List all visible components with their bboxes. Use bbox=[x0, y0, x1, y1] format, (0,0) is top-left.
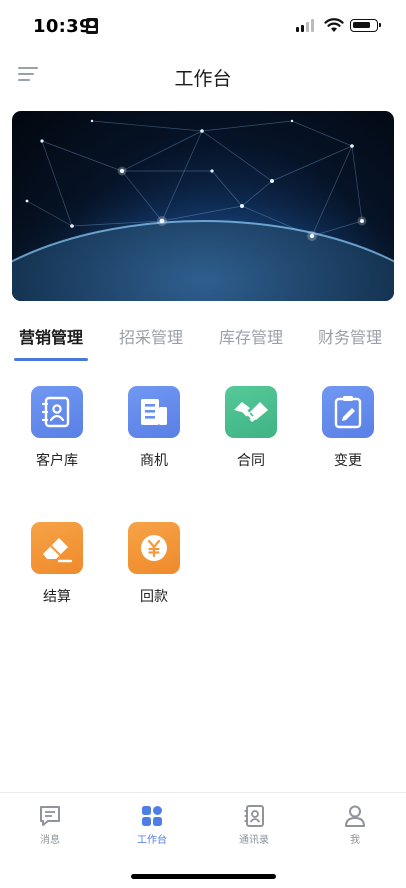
handshake-icon bbox=[225, 386, 277, 438]
category-tabs: 营销管理 招采管理 库存管理 财务管理 bbox=[0, 318, 406, 364]
tabbar-label: 消息 bbox=[40, 835, 60, 846]
app-change[interactable]: 变更 bbox=[308, 386, 388, 470]
tab-procurement[interactable]: 招采管理 bbox=[119, 324, 183, 348]
tab-inventory[interactable]: 库存管理 bbox=[219, 324, 283, 348]
message-icon bbox=[40, 806, 60, 826]
app-label: 变更 bbox=[334, 453, 362, 469]
page-title: 工作台 bbox=[174, 68, 232, 90]
tabbar-label: 通讯录 bbox=[239, 835, 269, 846]
eraser-icon bbox=[31, 522, 83, 574]
tabbar-item-contacts[interactable]: 通讯录 bbox=[219, 803, 289, 846]
grid-icon bbox=[142, 806, 162, 826]
app-label: 客户库 bbox=[36, 453, 78, 469]
tabbar-label: 我 bbox=[350, 835, 360, 846]
tab-finance[interactable]: 财务管理 bbox=[318, 324, 382, 348]
yen-coin-icon bbox=[128, 522, 180, 574]
app-settlement[interactable]: 结算 bbox=[17, 522, 97, 606]
app-payment-collection[interactable]: 回款 bbox=[114, 522, 194, 606]
earth-network-graphic bbox=[12, 111, 394, 301]
app-contract[interactable]: 合同 bbox=[211, 386, 291, 470]
app-label: 商机 bbox=[140, 453, 168, 469]
cellular-signal-icon bbox=[296, 19, 316, 32]
tabbar-item-me[interactable]: 我 bbox=[320, 803, 390, 846]
app-label: 回款 bbox=[140, 589, 168, 605]
battery-icon bbox=[350, 19, 381, 32]
status-bar: 10:39 bbox=[0, 0, 406, 52]
home-indicator bbox=[131, 874, 276, 879]
app-label: 合同 bbox=[237, 453, 265, 469]
tabbar-label: 工作台 bbox=[137, 835, 167, 846]
tab-active-indicator bbox=[14, 358, 88, 361]
app-opportunity[interactable]: 商机 bbox=[114, 386, 194, 470]
banner-image[interactable] bbox=[12, 111, 394, 301]
status-time: 10:39 bbox=[33, 16, 92, 37]
edit-document-icon bbox=[322, 386, 374, 438]
app-customer-library[interactable]: 客户库 bbox=[17, 386, 97, 470]
user-icon bbox=[345, 805, 365, 827]
wifi-icon bbox=[324, 18, 344, 32]
id-card-icon bbox=[86, 18, 98, 34]
app-label: 结算 bbox=[43, 589, 71, 605]
nav-bar: 工作台 bbox=[0, 52, 406, 98]
tabbar-item-workbench[interactable]: 工作台 bbox=[117, 803, 187, 846]
tabbar-item-messages[interactable]: 消息 bbox=[15, 803, 85, 846]
contacts-icon bbox=[244, 805, 264, 827]
building-icon bbox=[128, 386, 180, 438]
contact-book-icon bbox=[31, 386, 83, 438]
tab-marketing[interactable]: 营销管理 bbox=[19, 324, 83, 348]
